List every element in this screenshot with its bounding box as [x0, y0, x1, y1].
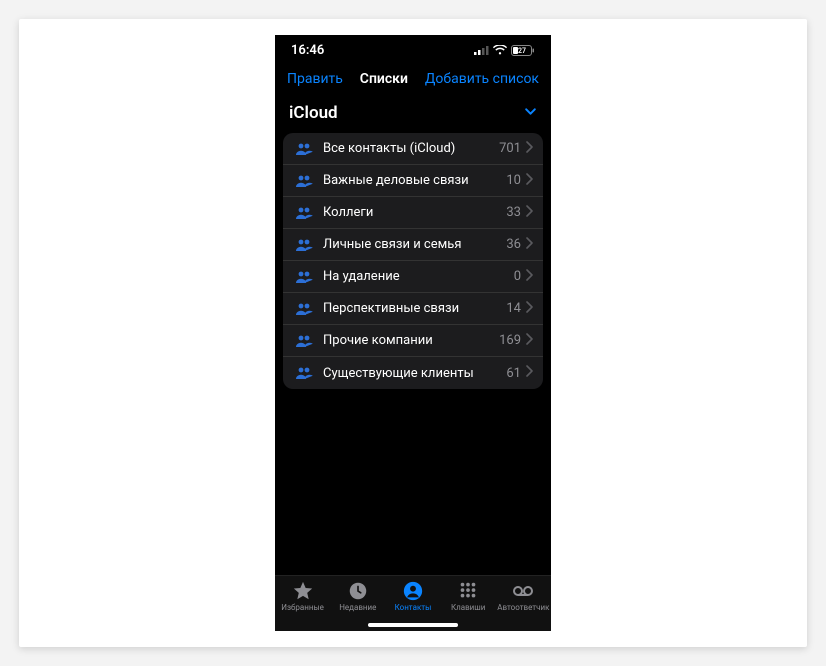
cellular-icon: [474, 45, 489, 55]
group-icon: [293, 270, 315, 284]
list-item-count: 701: [499, 141, 521, 156]
chevron-right-icon: [525, 205, 533, 221]
contact-icon: [402, 580, 424, 602]
list-item[interactable]: Прочие компании169: [283, 325, 543, 357]
status-time: 16:46: [291, 43, 324, 58]
tab-label: Автоответчик: [497, 603, 549, 612]
tab-voicemail[interactable]: Автоответчик: [496, 580, 551, 612]
add-list-button[interactable]: Добавить список: [425, 71, 539, 87]
chevron-right-icon: [525, 301, 533, 317]
chevron-down-icon: [524, 103, 537, 123]
list-item-count: 0: [514, 269, 521, 284]
list-item-label: Все контакты (iCloud): [323, 141, 499, 156]
list-item-count: 61: [506, 366, 521, 381]
group-icon: [293, 142, 315, 156]
list-item-label: Существующие клиенты: [323, 366, 506, 381]
edit-button[interactable]: Править: [287, 71, 343, 87]
tab-label: Клавиши: [451, 603, 485, 612]
phone-screen: 16:46 27 Пра: [275, 35, 551, 631]
contact-lists: Все контакты (iCloud)701Важные деловые с…: [283, 133, 543, 389]
section-header-icloud[interactable]: iCloud: [275, 95, 551, 129]
keypad-icon: [457, 580, 479, 602]
list-item[interactable]: Все контакты (iCloud)701: [283, 133, 543, 165]
status-right: 27: [474, 45, 535, 56]
group-icon: [293, 238, 315, 252]
group-icon: [293, 366, 315, 380]
list-item[interactable]: Существующие клиенты61: [283, 357, 543, 389]
list-item-count: 33: [506, 205, 521, 220]
group-icon: [293, 174, 315, 188]
list-item-label: Перспективные связи: [323, 301, 506, 316]
tab-contacts[interactable]: Контакты: [385, 580, 440, 612]
list-item-label: Личные связи и семья: [323, 237, 506, 252]
screenshot-card: 16:46 27 Пра: [19, 19, 807, 647]
list-item[interactable]: Коллеги33: [283, 197, 543, 229]
list-item-count: 14: [506, 301, 521, 316]
nav-bar: Править Списки Добавить список: [275, 65, 551, 95]
home-indicator[interactable]: [368, 623, 458, 627]
chevron-right-icon: [525, 365, 533, 381]
tab-label: Недавние: [339, 603, 376, 612]
list-item[interactable]: На удаление0: [283, 261, 543, 293]
list-item-label: Прочие компании: [323, 333, 499, 348]
chevron-right-icon: [525, 333, 533, 349]
clock-icon: [347, 580, 369, 602]
chevron-right-icon: [525, 141, 533, 157]
list-item[interactable]: Личные связи и семья36: [283, 229, 543, 261]
wifi-icon: [493, 45, 507, 55]
list-item-label: Коллеги: [323, 205, 506, 220]
status-bar: 16:46 27: [275, 35, 551, 65]
chevron-right-icon: [525, 173, 533, 189]
tab-keypad[interactable]: Клавиши: [441, 580, 496, 612]
group-icon: [293, 302, 315, 316]
list-item-count: 10: [506, 173, 521, 188]
page-title: Списки: [360, 71, 408, 87]
list-item-count: 36: [506, 237, 521, 252]
tab-label: Контакты: [395, 603, 432, 612]
tab-label: Избранные: [281, 603, 324, 612]
group-icon: [293, 334, 315, 348]
tab-favorites[interactable]: Избранные: [275, 580, 330, 612]
star-icon: [292, 580, 314, 602]
battery-percent: 27: [518, 47, 526, 55]
list-item[interactable]: Важные деловые связи10: [283, 165, 543, 197]
list-item-count: 169: [499, 333, 521, 348]
chevron-right-icon: [525, 269, 533, 285]
list-item-label: На удаление: [323, 269, 514, 284]
voicemail-icon: [511, 580, 535, 602]
tab-recents[interactable]: Недавние: [330, 580, 385, 612]
list-item-label: Важные деловые связи: [323, 173, 506, 188]
group-icon: [293, 206, 315, 220]
section-title: iCloud: [289, 103, 338, 123]
battery-icon: 27: [511, 45, 535, 56]
list-item[interactable]: Перспективные связи14: [283, 293, 543, 325]
chevron-right-icon: [525, 237, 533, 253]
